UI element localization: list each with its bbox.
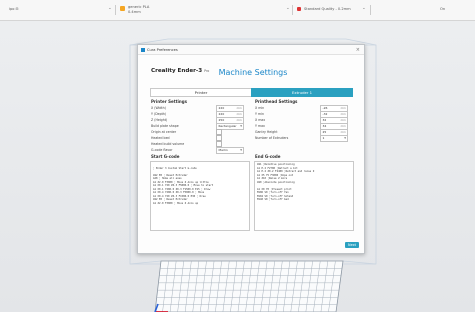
y-min-label: Y min: [255, 111, 264, 116]
chevron-down-icon: ▾: [344, 135, 346, 140]
y-depth-value: 220: [218, 112, 225, 117]
y-max-label: Y max: [255, 123, 265, 128]
chevron-down-icon[interactable]: ⌄: [286, 6, 290, 11]
toolbar-divider: [370, 5, 371, 15]
printer-icon: [120, 6, 125, 11]
z-height-label: Z (Height): [151, 117, 168, 122]
page-title: Machine Settings: [218, 68, 288, 77]
machine-name-text: Creality Ender-3: [151, 68, 203, 74]
unit-label: mm: [340, 130, 346, 135]
close-icon[interactable]: ×: [356, 47, 360, 53]
heated-bed-label: Heated bed: [151, 135, 170, 140]
y-max-value: 34: [322, 124, 327, 129]
x-width-label: X (Width): [151, 105, 166, 110]
unit-label: mm: [340, 124, 346, 129]
x-width-value: 220: [218, 106, 225, 111]
gcode-line: M140 S0 ;Turn-off bed: [257, 198, 289, 202]
next-button[interactable]: Next: [345, 242, 359, 248]
printer-name: generic PLA: [128, 5, 150, 9]
gcode-flavor-label: G-code flavor: [151, 147, 173, 152]
dialog-titlebar: Cura Preferences ×: [138, 45, 364, 55]
dialog-title: Cura Preferences: [147, 47, 178, 52]
unit-label: mm: [340, 112, 346, 117]
gcode-line: G1 Z2.0 F3000 ; Move Z Axis up: [153, 201, 199, 205]
number-of-extruders-value: 1: [322, 136, 325, 141]
tab-printer[interactable]: Printer: [150, 88, 252, 97]
unit-label: mm: [236, 112, 242, 117]
end-gcode-editor[interactable]: G91 ;Relative positioning G1 E-2 F2700 ;R…: [254, 161, 354, 231]
toolbar-extra[interactable]: On: [440, 7, 445, 11]
chevron-down-icon[interactable]: ⌄: [362, 6, 366, 11]
toolbar-divider: [115, 5, 116, 15]
x-min-value: -26: [322, 106, 328, 111]
start-gcode-editor[interactable]: ; Ender 3 Custom Start G-code G92 E0 ; R…: [150, 161, 250, 231]
profile-selector[interactable]: Standard Quality - 0.2mm: [304, 7, 351, 11]
chevron-down-icon: ▾: [240, 123, 242, 128]
unit-label: mm: [236, 118, 242, 123]
printer-selector[interactable]: generic PLA 0.4mm: [118, 3, 178, 17]
x-max-value: 32: [322, 118, 327, 123]
chevron-down-icon[interactable]: ⌄: [108, 6, 112, 11]
gcode-flavor-value: Marlin: [218, 148, 228, 153]
x-min-label: X min: [255, 105, 265, 110]
build-plate-shape-label: Build plate shape: [151, 123, 179, 128]
gantry-height-label: Gantry Height: [255, 129, 278, 134]
start-gcode-title: Start G-code: [151, 154, 180, 159]
x-max-label: X max: [255, 117, 266, 122]
number-of-extruders-select[interactable]: 1 ▾: [320, 135, 348, 142]
chevron-down-icon: ▾: [240, 147, 242, 152]
printer-subtitle: 0.4mm: [128, 10, 141, 14]
unit-label: mm: [340, 106, 346, 111]
number-of-extruders-label: Number of Extruders: [255, 135, 289, 140]
toolbar-divider: [292, 5, 293, 15]
printer-settings-title: Printer Settings: [151, 99, 187, 104]
end-gcode-title: End G-code: [255, 154, 281, 159]
tab-extruder-1[interactable]: Extruder 1: [251, 88, 353, 97]
machine-settings-dialog: Cura Preferences × Creality Ender-3 Pro …: [137, 44, 365, 254]
printhead-settings-title: Printhead Settings: [255, 99, 298, 104]
gcode-flavor-select[interactable]: Marlin ▾: [216, 147, 244, 154]
profile-icon: [297, 7, 301, 11]
z-height-value: 250: [218, 118, 225, 123]
toolbar-left-text[interactable]: ipo ⊟: [9, 7, 19, 11]
gantry-height-value: 25: [322, 130, 327, 135]
app-logo-icon: [141, 47, 145, 52]
heated-build-volume-label: Heated build volume: [151, 141, 185, 146]
y-min-value: -32: [322, 112, 328, 117]
origin-at-center-label: Origin at center: [151, 129, 177, 134]
unit-label: mm: [340, 118, 346, 123]
top-toolbar: ipo ⊟ ⌄ generic PLA 0.4mm ⌄ Standard Qua…: [0, 0, 475, 21]
y-depth-label: Y (Depth): [151, 111, 167, 116]
build-plate-shape-value: Rectangular: [218, 124, 237, 129]
unit-label: mm: [236, 106, 242, 111]
